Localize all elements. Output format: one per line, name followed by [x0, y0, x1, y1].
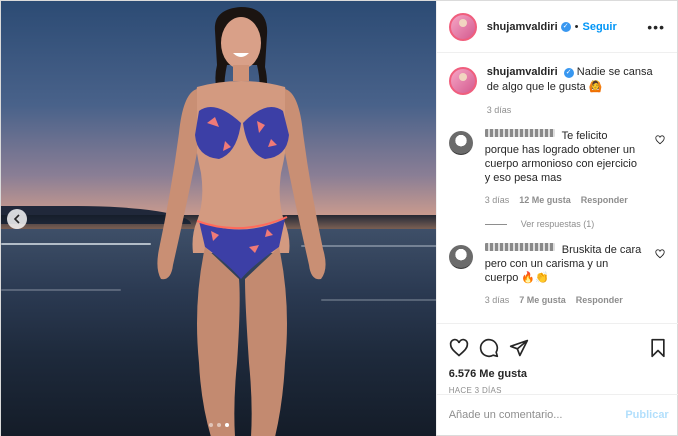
verified-badge-icon: ✓ — [560, 21, 571, 32]
post-media[interactable] — [1, 1, 436, 436]
commenter-avatar[interactable] — [448, 131, 473, 155]
carousel-dot — [209, 423, 213, 427]
caption-username[interactable]: shujamvaldiri — [487, 66, 558, 78]
comment-item: Bruskita de cara pero con un carisma y u… — [448, 243, 665, 285]
add-comment-form: Publicar — [436, 394, 678, 435]
likes-count[interactable]: 6.576 Me gusta — [449, 368, 667, 380]
comment-likes[interactable]: 7 Me gusta — [519, 295, 566, 305]
follow-button[interactable]: Seguir — [583, 21, 617, 33]
heart-icon[interactable] — [449, 338, 469, 358]
publish-button[interactable]: Publicar — [625, 409, 668, 421]
action-bar — [449, 336, 667, 360]
comment-body: Bruskita de cara pero con un carisma y u… — [484, 243, 643, 285]
chevron-left-icon — [13, 214, 20, 224]
comment-item: Te felicito porque has logrado obtener u… — [448, 129, 665, 185]
reply-button[interactable]: Responder — [576, 295, 623, 305]
comment-meta: 3 días 7 Me gusta Responder — [485, 295, 665, 305]
author-username[interactable]: shujamvaldiri — [487, 21, 558, 33]
verified-badge-icon: ✓ — [563, 68, 574, 78]
comment-icon[interactable] — [479, 338, 499, 358]
heart-icon[interactable] — [655, 249, 665, 259]
caption-time: 3 días — [486, 105, 512, 115]
comment-time: 3 días — [484, 195, 510, 205]
caption-body: shujamvaldiri ✓ Nadie se cansa de algo q… — [487, 65, 665, 95]
view-replies-label[interactable]: Ver respuestas (1) — [521, 219, 595, 229]
separator: • — [574, 20, 579, 33]
send-icon[interactable] — [509, 338, 529, 358]
commenter-username-blurred[interactable] — [484, 243, 555, 251]
post-sidebar: shujamvaldiri ✓ • Seguir ••• shujamvaldi… — [435, 1, 678, 435]
comment-time: 3 días — [484, 295, 510, 305]
comment-likes[interactable]: 12 Me gusta — [519, 195, 571, 205]
carousel-prev-button[interactable] — [7, 209, 27, 229]
comment-input[interactable] — [448, 409, 626, 421]
bookmark-icon[interactable] — [649, 338, 667, 358]
carousel-indicator — [1, 423, 436, 427]
divider — [484, 223, 507, 225]
heart-icon[interactable] — [655, 135, 665, 145]
author-avatar[interactable] — [448, 12, 477, 41]
carousel-dot-active — [225, 423, 229, 427]
comment-body: Te felicito porque has logrado obtener u… — [484, 129, 643, 185]
more-options-icon[interactable]: ••• — [647, 19, 665, 35]
post-actions: 6.576 Me gusta HACE 3 DÍAS — [436, 323, 678, 395]
view-replies[interactable]: Ver respuestas (1) — [484, 219, 665, 229]
author-avatar[interactable] — [448, 67, 477, 95]
comments-list[interactable]: shujamvaldiri ✓ Nadie se cansa de algo q… — [437, 53, 677, 319]
comment-meta: 3 días 12 Me gusta Responder — [485, 195, 665, 205]
comment-text: Te felicito porque has logrado obtener u… — [484, 130, 637, 184]
person-photo — [157, 7, 326, 436]
post-caption: shujamvaldiri ✓ Nadie se cansa de algo q… — [448, 65, 665, 95]
commenter-username-blurred[interactable] — [484, 129, 555, 137]
commenter-avatar[interactable] — [448, 245, 473, 269]
post-modal: shujamvaldiri ✓ • Seguir ••• shujamvaldi… — [0, 0, 678, 436]
carousel-dot — [217, 423, 221, 427]
post-header: shujamvaldiri ✓ • Seguir ••• — [436, 1, 677, 53]
reply-button[interactable]: Responder — [581, 195, 628, 205]
